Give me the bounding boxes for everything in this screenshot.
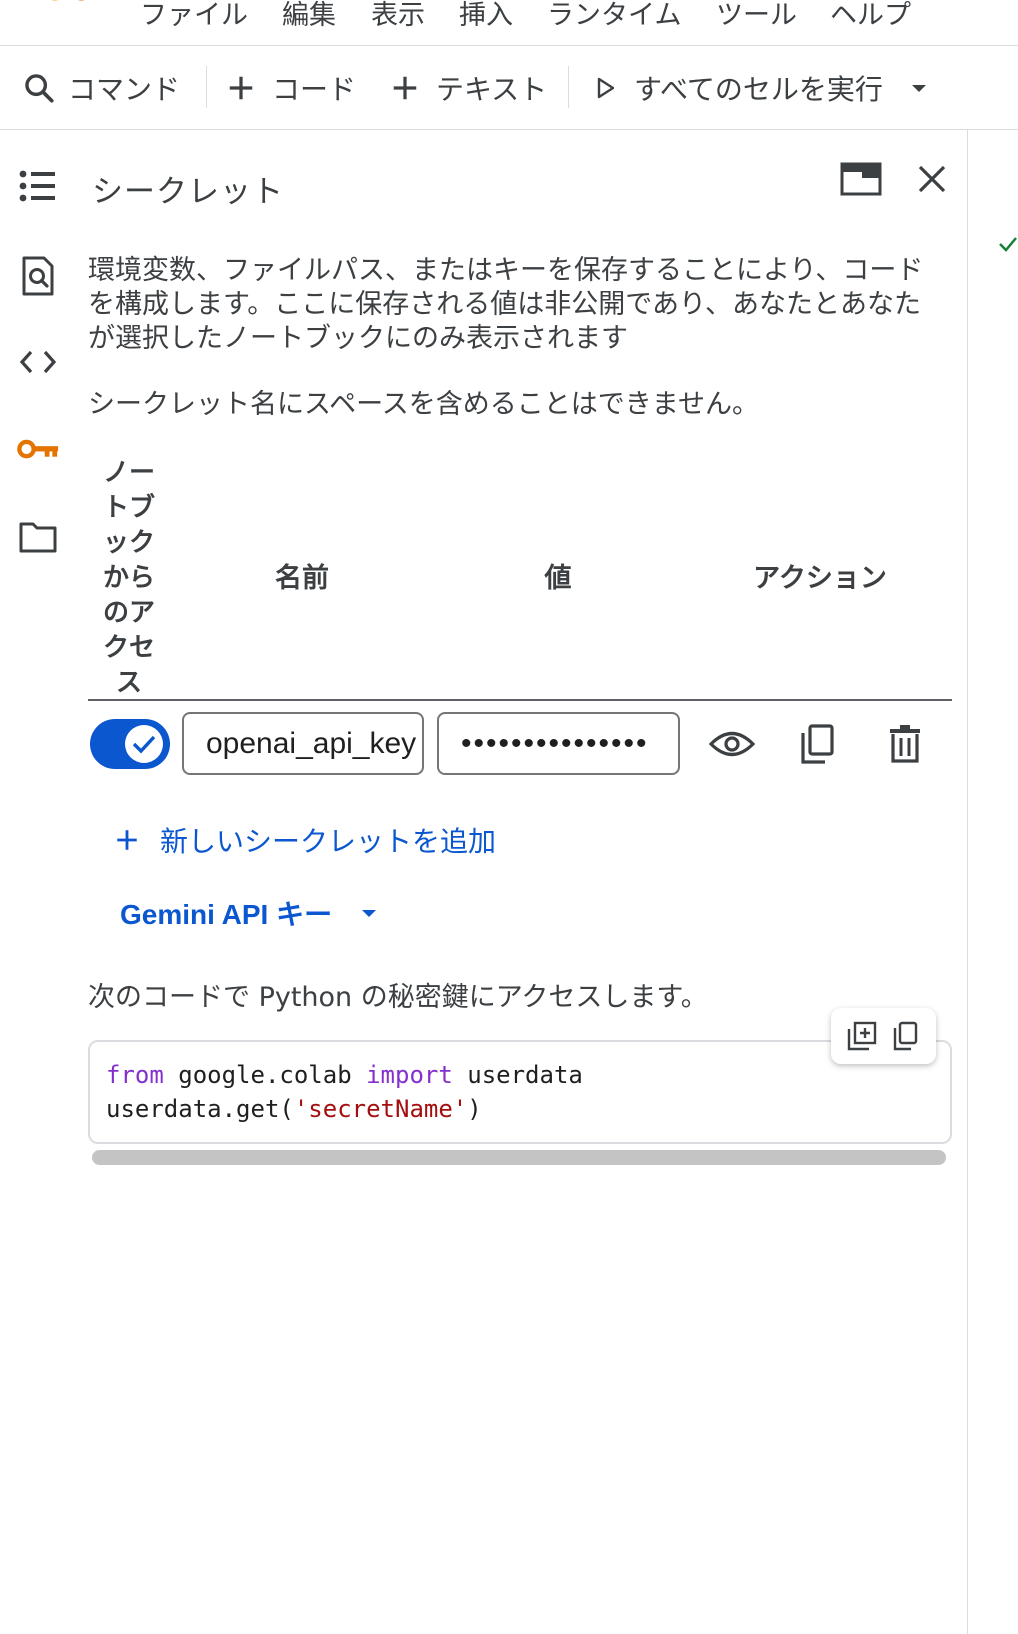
list-icon [19,170,55,202]
check-icon [999,237,1017,252]
menu-view[interactable]: 表示 [371,0,425,34]
search-icon [25,74,54,103]
secrets-button[interactable] [16,428,60,472]
copy-icon [801,724,834,764]
toolbar-divider [206,66,207,108]
eye-icon [709,731,755,757]
code-snippet[interactable]: from google.colab import userdata userda… [88,1040,952,1144]
caret-down-icon [912,85,926,92]
gemini-api-key-label: Gemini API キー [120,899,333,930]
run-all-button[interactable]: すべてのセルを実行 [594,66,883,110]
access-code-description: 次のコードで Python の秘密鍵にアクセスします。 [88,982,708,1013]
code-keyword: from [106,1061,164,1089]
column-header-actions: アクション [753,563,887,594]
add-secret-label: 新しいシークレットを追加 [160,825,497,858]
code-text: google.colab [163,1061,367,1089]
plus-icon [117,830,137,850]
check-icon [132,735,156,754]
toc-button[interactable] [16,164,60,208]
command-button[interactable]: コマンド [22,66,180,110]
add-code-button[interactable]: コード [226,66,356,110]
code-brackets-icon [19,350,57,374]
caret-down-icon [362,910,377,917]
code-text: ) [467,1095,482,1123]
secret-value-input[interactable]: ••••••••••••••• [437,712,680,775]
delete-secret-button[interactable] [879,718,931,770]
plus-icon [393,76,417,100]
copy-value-button[interactable] [791,718,843,770]
menu-file[interactable]: ファイル [140,0,248,34]
toolbar-divider [568,66,569,108]
secret-name-input[interactable]: openai_api_key [182,712,424,775]
add-code-label: コード [272,73,357,106]
code-line-1: from google.colab import userdata [106,1058,583,1092]
run-options-dropdown[interactable] [908,66,930,110]
folder-icon [19,522,57,553]
toggle-knob [125,725,163,763]
secret-name-note: シークレット名にスペースを含めることはできません。 [88,389,759,420]
menu-insert[interactable]: 挿入 [459,0,513,34]
column-header-value: 値 [544,563,572,594]
menu-bar: ファイル 編集 表示 挿入 ランタイム ツール ヘルプ [0,0,1018,46]
command-label: コマンド [68,73,181,106]
notebook-access-toggle[interactable] [90,719,170,769]
close-panel-button[interactable] [910,157,954,201]
key-icon [17,439,59,459]
add-text-label: テキスト [436,73,548,106]
colab-window: ファイル 編集 表示 挿入 ランタイム ツール ヘルプ コマンド コード テキス [0,0,1018,1634]
add-text-button[interactable]: テキスト [390,66,547,110]
table-header-divider [88,699,952,701]
menu-tools[interactable]: ツール [716,0,797,34]
colab-logo-icon [51,0,85,1]
code-snippets-button[interactable] [16,340,60,384]
code-text: userdata [452,1061,583,1089]
column-header-name: 名前 [275,563,329,594]
run-all-label: すべてのセルを実行 [634,73,883,106]
add-secret-button[interactable]: 新しいシークレットを追加 [114,820,496,860]
document-search-icon [22,256,54,296]
copy-icon [893,1021,917,1051]
code-text: userdata.get( [106,1095,294,1123]
code-string: 'secretName' [293,1095,468,1123]
code-horizontal-scrollbar[interactable] [92,1150,946,1165]
menu-help[interactable]: ヘルプ [830,0,911,34]
panel-description: 環境変数、ファイルパス、またはキーを保存することにより、コードを構成します。ここ… [88,255,924,354]
copy-code-button[interactable] [887,1018,923,1054]
window-icon [840,162,882,196]
files-button[interactable] [16,515,60,559]
gemini-api-key-dropdown[interactable]: Gemini API キー [120,892,378,934]
panel-title: シークレット [92,174,284,210]
close-icon [918,165,946,193]
code-line-2: userdata.get('secretName') [106,1092,482,1126]
trash-icon [890,725,920,763]
menu-runtime[interactable]: ランタイム [547,0,681,34]
toolbar: コマンド コード テキスト すべてのセルを実行 [0,46,1018,130]
find-button[interactable] [16,254,60,298]
show-value-button[interactable] [706,718,758,770]
panel-divider [967,130,968,1634]
code-actions-toolbar [831,1008,936,1064]
plus-icon [229,76,253,100]
play-icon [597,77,615,99]
add-to-notebook-icon [848,1021,877,1051]
code-keyword: import [366,1061,453,1089]
open-in-tab-button[interactable] [836,158,886,200]
insert-code-cell-button[interactable] [844,1018,880,1054]
menu-edit[interactable]: 編集 [282,0,336,34]
column-header-access: ノートブックからのアクセス [102,458,155,698]
